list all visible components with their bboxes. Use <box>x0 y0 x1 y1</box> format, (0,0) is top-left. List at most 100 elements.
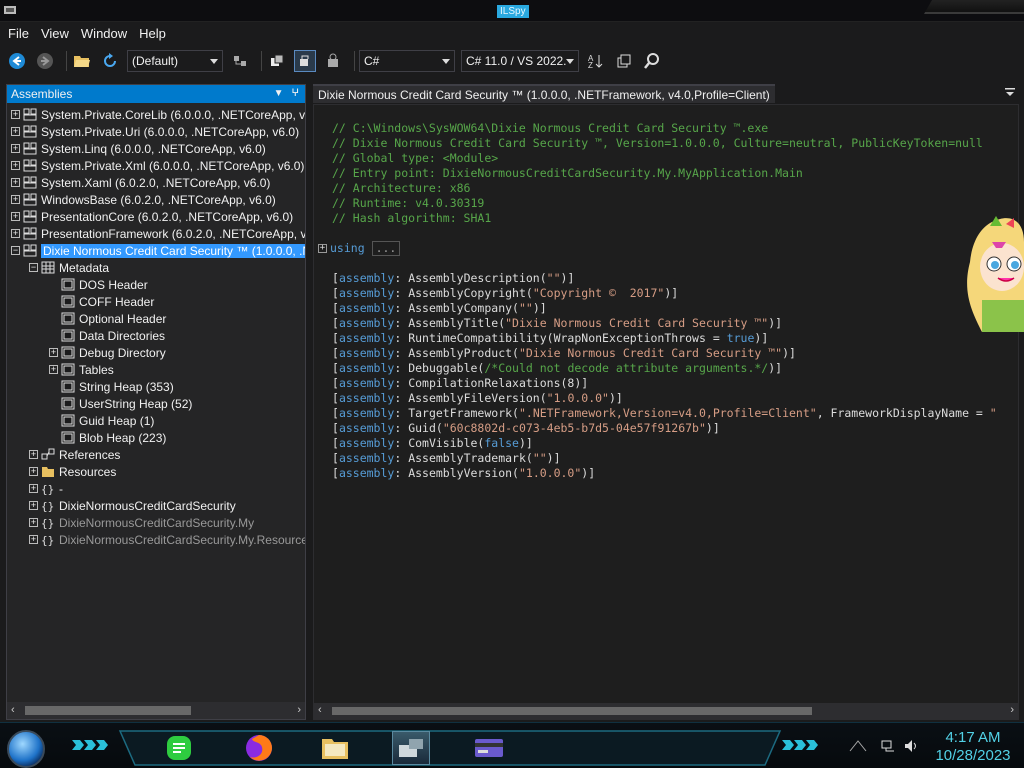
tree-item[interactable]: DOS Header <box>49 276 148 293</box>
filter-combo[interactable]: (Default) <box>127 50 223 72</box>
expand-icon[interactable]: + <box>11 110 20 119</box>
tree-horizontal-scrollbar[interactable]: ‹ › <box>7 702 305 719</box>
sort-icon[interactable]: AZ <box>585 50 607 72</box>
menu-help[interactable]: Help <box>135 26 174 41</box>
tree-item[interactable]: +{} DixieNormousCreditCardSecurity <box>29 497 236 514</box>
tree-item-label: Metadata <box>59 260 110 275</box>
code-line: [assembly: CompilationRelaxations(8)] <box>332 376 997 391</box>
expand-icon[interactable]: + <box>29 518 38 527</box>
tree-item[interactable]: + Resources <box>29 463 116 480</box>
menu-view[interactable]: View <box>37 26 77 41</box>
code-token: [ <box>332 361 339 375</box>
scroll-thumb[interactable] <box>332 707 812 715</box>
expand-icon[interactable]: + <box>29 467 38 476</box>
chevron-down-icon <box>566 59 574 64</box>
tree-item[interactable]: Data Directories <box>49 327 165 344</box>
tree-item[interactable]: +{} DixieNormousCreditCardSecurity.My.Res… <box>29 531 305 548</box>
language-combo-value: C# <box>364 54 380 68</box>
scroll-left-icon[interactable]: ‹ <box>318 704 322 716</box>
expand-icon[interactable]: + <box>29 484 38 493</box>
expand-icon[interactable]: + <box>49 365 58 374</box>
tree-item[interactable]: + System.Private.Xml (6.0.0.0, .NETCoreAp… <box>11 157 304 174</box>
clock[interactable]: 4:17 AM 10/28/2023 <box>928 729 1018 765</box>
network-icon[interactable] <box>880 739 896 753</box>
expand-icon[interactable]: + <box>29 501 38 510</box>
tree-item[interactable]: UserString Heap (52) <box>49 395 192 412</box>
expand-icon[interactable]: + <box>11 144 20 153</box>
expand-icon[interactable]: + <box>29 450 38 459</box>
tree-item[interactable]: Blob Heap (223) <box>49 429 166 446</box>
tree-item[interactable]: COFF Header <box>49 293 154 310</box>
code-token: [ <box>332 346 339 360</box>
tree-item[interactable]: +{} - <box>29 480 63 497</box>
panel-menu-icon[interactable]: ▼ <box>274 88 284 99</box>
decompile-icon[interactable] <box>322 50 344 72</box>
version-combo[interactable]: C# 11.0 / VS 2022. <box>461 50 579 72</box>
tree-item[interactable]: Optional Header <box>49 310 166 327</box>
expand-icon[interactable]: + <box>11 127 20 136</box>
editor-horizontal-scrollbar[interactable]: ‹ › <box>314 703 1018 719</box>
back-icon[interactable] <box>6 50 28 72</box>
code-line: // Global type: <Module> <box>332 151 997 166</box>
tree-item[interactable]: + System.Private.CoreLib (6.0.0.0, .NETCo… <box>11 106 305 123</box>
tree-item[interactable]: + System.Xaml (6.0.2.0, .NETCoreApp, v6.0… <box>11 174 270 191</box>
expand-icon[interactable]: + <box>318 244 327 253</box>
card-app-icon[interactable] <box>470 731 508 765</box>
tree-item[interactable]: + WindowsBase (6.0.2.0, .NETCoreApp, v6.0… <box>11 191 276 208</box>
collapse-all-icon[interactable] <box>613 50 635 72</box>
open-icon[interactable] <box>71 50 93 72</box>
scroll-right-icon[interactable]: › <box>1010 704 1014 716</box>
code-line: [assembly: AssemblyVersion("1.0.0.0")] <box>332 466 997 481</box>
collapse-icon[interactable]: − <box>11 246 20 255</box>
menu-file[interactable]: File <box>4 26 37 41</box>
language-combo[interactable]: C# <box>359 50 455 72</box>
expand-icon[interactable]: + <box>11 229 20 238</box>
start-button[interactable] <box>7 730 45 768</box>
scroll-right-icon[interactable]: › <box>297 704 301 716</box>
tree-item[interactable]: + System.Private.Uri (6.0.0.0, .NETCoreAp… <box>11 123 299 140</box>
expand-icon[interactable]: + <box>11 195 20 204</box>
show-all-icon[interactable] <box>294 50 316 72</box>
code-token: Debuggable( <box>408 361 485 375</box>
pin-icon[interactable]: ⵖ <box>291 88 299 99</box>
collapse-icon[interactable]: − <box>29 263 38 272</box>
reload-icon[interactable] <box>99 50 121 72</box>
search-icon[interactable] <box>641 50 663 72</box>
volume-icon[interactable] <box>904 739 920 753</box>
tree-item[interactable]: + References <box>29 446 120 463</box>
expand-icon[interactable]: + <box>11 178 20 187</box>
tree-item[interactable]: String Heap (353) <box>49 378 174 395</box>
tree-item[interactable]: + System.Linq (6.0.0.0, .NETCoreApp, v6.0… <box>11 140 266 157</box>
tab-list-icon[interactable] <box>1005 87 1015 97</box>
code-token: AssemblyCopyright( <box>408 286 533 300</box>
scroll-left-icon[interactable]: ‹ <box>11 704 15 716</box>
show-api-icon[interactable] <box>229 50 251 72</box>
menu-window[interactable]: Window <box>77 26 135 41</box>
tree-item[interactable]: + Tables <box>49 361 114 378</box>
notes-app-icon[interactable] <box>160 731 198 765</box>
tree-item[interactable]: + PresentationCore (6.0.2.0, .NETCoreApp,… <box>11 208 293 225</box>
expand-icon[interactable]: + <box>11 212 20 221</box>
forward-icon[interactable] <box>34 50 56 72</box>
code-editor[interactable]: // C:\Windows\SysWOW64\Dixie Normous Cre… <box>313 104 1019 720</box>
file-explorer-icon[interactable] <box>316 731 354 765</box>
code-token: )] <box>532 301 547 315</box>
ilspy-icon[interactable] <box>392 731 430 765</box>
collapsed-using-block[interactable]: ... <box>371 241 401 256</box>
expand-icon[interactable]: + <box>49 348 58 357</box>
tree-item[interactable]: − Dixie Normous Credit Card Security ™ (1… <box>11 242 305 259</box>
show-internal-icon[interactable] <box>266 50 288 72</box>
tree-item[interactable]: Guid Heap (1) <box>49 412 154 429</box>
firefox-icon[interactable] <box>240 731 278 765</box>
show-hidden-icons-icon[interactable] <box>848 739 868 753</box>
tab-decompiled-assembly[interactable]: Dixie Normous Credit Card Security ™ (1.… <box>313 84 775 103</box>
tree-item[interactable]: + Debug Directory <box>49 344 166 361</box>
tree-item[interactable]: +{} DixieNormousCreditCardSecurity.My <box>29 514 254 531</box>
expand-icon[interactable]: + <box>29 535 38 544</box>
tree-item[interactable]: − Metadata <box>29 259 109 276</box>
editor-vertical-scrollbar[interactable] <box>1004 105 1018 705</box>
tree-item[interactable]: + PresentationFramework (6.0.2.0, .NETCor… <box>11 225 305 242</box>
expand-icon[interactable]: + <box>11 161 20 170</box>
scroll-thumb[interactable] <box>25 706 191 715</box>
